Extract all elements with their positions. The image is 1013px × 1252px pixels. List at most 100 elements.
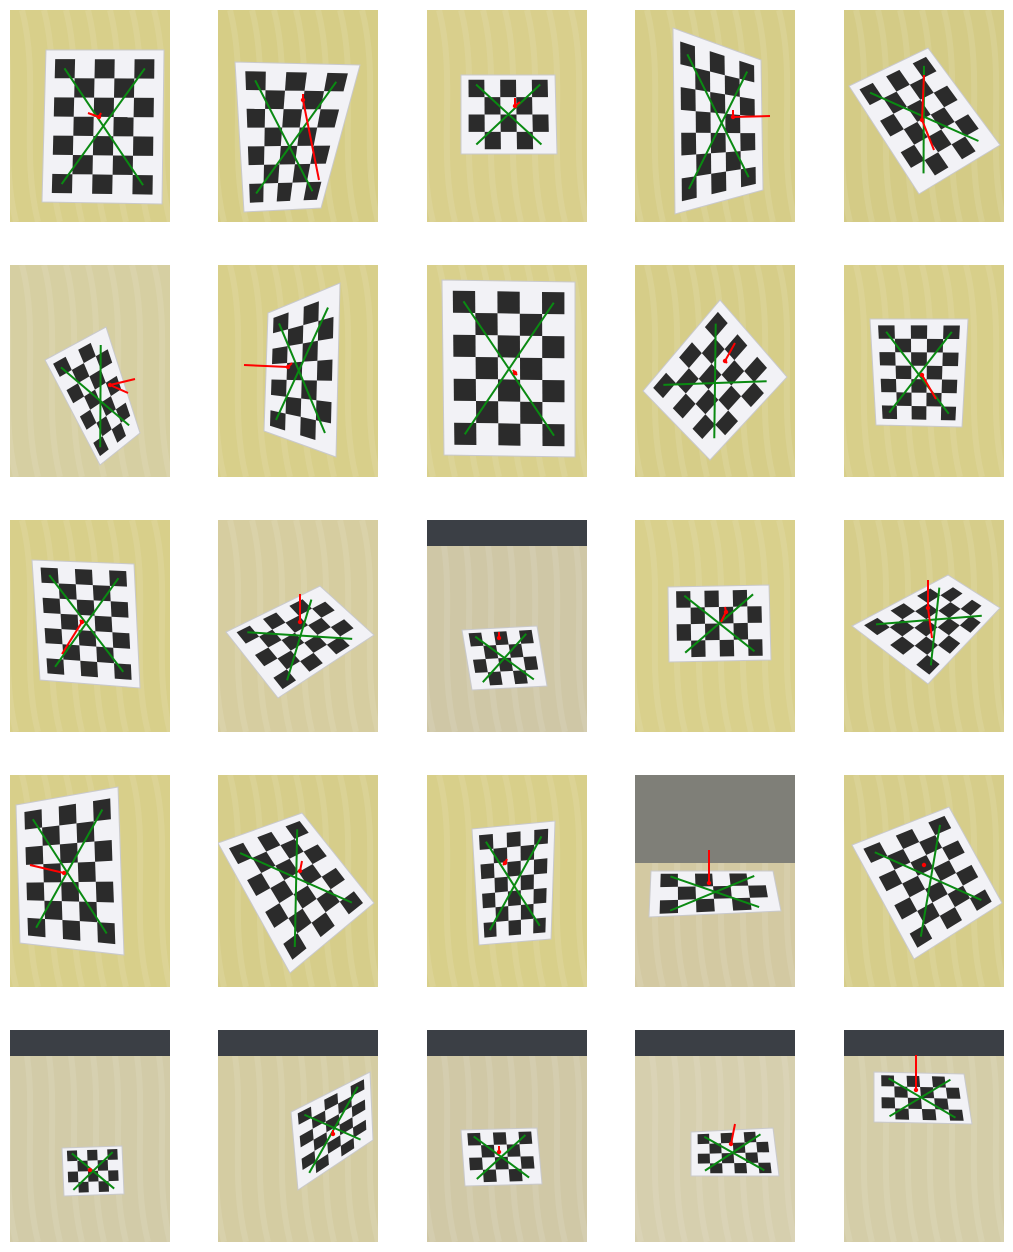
- calibration-photo: [10, 520, 170, 732]
- checker-square: [77, 861, 96, 882]
- checker-square: [697, 1153, 710, 1164]
- checker-square: [315, 400, 332, 424]
- checker-square: [531, 79, 548, 98]
- checker-square: [677, 886, 696, 900]
- photo-canvas: [635, 520, 795, 732]
- checker-square: [133, 136, 154, 156]
- calibration-photo: [10, 775, 170, 987]
- calibration-photo: [218, 1030, 378, 1242]
- checker-square: [285, 72, 307, 91]
- calibration-photo: [635, 775, 795, 987]
- checker-square: [92, 174, 113, 194]
- pose-origin: [61, 870, 67, 876]
- photo-canvas: [218, 775, 378, 987]
- checker-square: [26, 882, 45, 901]
- checker-square: [725, 151, 741, 172]
- pose-origin: [730, 114, 736, 120]
- checker-square: [94, 615, 113, 633]
- checker-square: [732, 589, 748, 607]
- checker-square: [272, 346, 288, 365]
- checker-square: [711, 171, 727, 195]
- calibration-photo: [844, 10, 1004, 222]
- pose-origin: [297, 619, 303, 625]
- checker-square: [52, 135, 74, 155]
- checker-square: [533, 858, 548, 875]
- checker-square: [94, 59, 115, 79]
- checker-square: [724, 75, 740, 97]
- pose-origin: [502, 860, 508, 866]
- checker-square: [67, 1171, 79, 1183]
- pose-axis: [732, 115, 771, 118]
- checker-square: [469, 1157, 483, 1171]
- photo-canvas: [10, 520, 170, 732]
- checker-square: [921, 1109, 937, 1121]
- pose-origin: [107, 382, 113, 388]
- checker-square: [691, 640, 706, 658]
- checker-square: [906, 1075, 921, 1087]
- checker-square: [453, 378, 476, 401]
- checker-square: [44, 628, 63, 645]
- checker-square: [246, 108, 266, 128]
- checker-square: [881, 1097, 896, 1109]
- checker-square: [676, 624, 692, 641]
- checker-square: [475, 357, 498, 380]
- photo-canvas: [218, 520, 378, 732]
- photo-canvas: [218, 1030, 378, 1242]
- checker-square: [44, 900, 63, 920]
- checker-square: [520, 357, 543, 380]
- calibration-photo: [10, 265, 170, 477]
- checker-square: [941, 379, 958, 394]
- checker-square: [112, 632, 131, 649]
- calibration-photo: [844, 265, 1004, 477]
- checker-square: [659, 899, 678, 914]
- checker-square: [92, 136, 114, 156]
- checker-square: [73, 116, 94, 136]
- calibration-photo: [635, 520, 795, 732]
- checker-square: [681, 132, 697, 156]
- calibration-photo: [218, 265, 378, 477]
- checker-square: [316, 359, 333, 381]
- checker-square: [740, 133, 756, 152]
- pose-origin: [79, 619, 85, 625]
- calibration-photo: [635, 265, 795, 477]
- checker-square: [95, 881, 114, 903]
- calibration-photo: [844, 775, 1004, 987]
- board-diagonal: [99, 344, 102, 448]
- checker-square: [942, 352, 959, 367]
- checker-square: [468, 79, 485, 98]
- checker-square: [453, 334, 476, 357]
- checker-square: [74, 569, 93, 586]
- checker-square: [282, 109, 303, 128]
- checker-square: [945, 1087, 961, 1099]
- pose-origin: [512, 370, 518, 376]
- checker-square: [518, 1131, 533, 1145]
- checker-square: [492, 1132, 507, 1145]
- photo-canvas: [635, 10, 795, 222]
- photo-canvas: [10, 775, 170, 987]
- pose-origin: [285, 364, 291, 370]
- checker-square: [508, 919, 521, 936]
- calibration-photo: [218, 10, 378, 222]
- checker-square: [285, 396, 302, 417]
- checker-square: [473, 659, 488, 673]
- checker-square: [695, 67, 711, 92]
- photo-canvas: [844, 775, 1004, 987]
- checker-square: [42, 597, 61, 614]
- checker-square: [710, 132, 726, 154]
- background-scene: [427, 520, 587, 546]
- calibration-photo: [427, 10, 587, 222]
- checker-square: [59, 842, 78, 864]
- photo-canvas: [844, 10, 1004, 222]
- calibration-photo: [844, 1030, 1004, 1242]
- background-scene: [635, 775, 795, 863]
- photo-canvas: [844, 520, 1004, 732]
- pose-origin: [919, 372, 925, 378]
- photo-canvas: [635, 1030, 795, 1242]
- photo-canvas: [427, 10, 587, 222]
- photo-canvas: [635, 265, 795, 477]
- pose-origin: [706, 880, 712, 886]
- photo-canvas: [427, 775, 587, 987]
- pose-origin: [921, 862, 927, 868]
- checker-square: [468, 632, 484, 647]
- checker-square: [43, 863, 62, 883]
